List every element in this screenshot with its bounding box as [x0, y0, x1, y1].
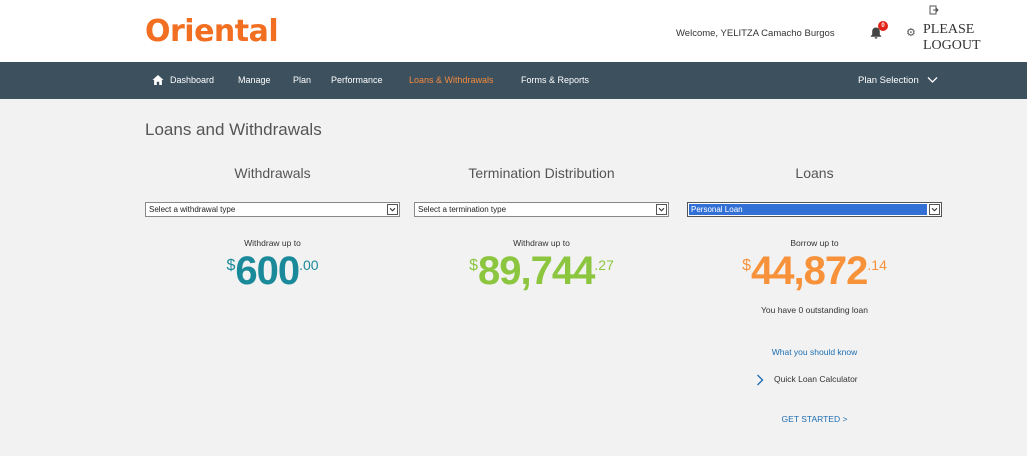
outstanding-loan-note: You have 0 outstanding loan [761, 305, 868, 315]
logout-icon[interactable] [929, 5, 939, 15]
main-content: Loans and Withdrawals Withdrawals Select… [0, 99, 1027, 456]
nav-item-performance[interactable]: Performance [331, 62, 383, 99]
termination-type-value: Select a termination type [418, 205, 507, 214]
main-nav: Dashboard Manage Plan Performance Loans … [0, 62, 1027, 99]
loans-panel: Loans Personal Loan Borrow up to $44,872… [687, 99, 942, 456]
withdrawal-type-value: Select a withdrawal type [149, 205, 236, 214]
nav-item-manage[interactable]: Manage [238, 62, 271, 99]
nav-item-loans-withdrawals[interactable]: Loans & Withdrawals [409, 62, 494, 99]
withdrawal-type-select[interactable]: Select a withdrawal type [145, 202, 400, 217]
amount-cents: .27 [594, 257, 614, 273]
amount-cents: .14 [867, 257, 887, 273]
header: Oriental Welcome, YELITZA Camacho Burgos… [0, 0, 1027, 62]
loans-heading: Loans [795, 165, 834, 181]
chevron-down-icon[interactable] [656, 204, 667, 215]
logout-link[interactable]: PLEASE LOGOUT [923, 22, 1009, 54]
chevron-down-icon[interactable] [927, 76, 938, 84]
quick-loan-calculator-link[interactable]: Quick Loan Calculator [774, 374, 858, 384]
withdrawals-amount: $600.00 [145, 249, 400, 294]
amount-whole: 44,872 [751, 249, 868, 293]
home-icon[interactable] [152, 74, 164, 86]
nav-item-plan[interactable]: Plan [293, 62, 311, 99]
logout-label: PLEASE LOGOUT [923, 22, 981, 53]
termination-amount-label: Withdraw up to [513, 238, 570, 248]
withdrawals-heading: Withdrawals [234, 165, 311, 181]
chevron-right-icon[interactable] [756, 374, 764, 386]
notification-badge: 0 [878, 21, 888, 31]
loan-type-select[interactable]: Personal Loan [687, 202, 942, 217]
get-started-link[interactable]: GET STARTED > [687, 414, 942, 424]
termination-amount: $89,744.27 [414, 249, 669, 294]
loans-amount-label: Borrow up to [790, 238, 839, 248]
loans-amount: $44,872.14 [687, 249, 942, 294]
what-you-should-know-link[interactable]: What you should know [687, 347, 942, 357]
termination-heading: Termination Distribution [468, 165, 615, 181]
withdrawals-amount-label: Withdraw up to [244, 238, 301, 248]
currency-symbol: $ [469, 257, 479, 274]
gear-icon[interactable]: ⚙ [906, 26, 916, 39]
amount-cents: .00 [299, 257, 319, 273]
termination-type-select[interactable]: Select a termination type [414, 202, 669, 217]
nav-item-dashboard[interactable]: Dashboard [170, 62, 214, 99]
withdrawals-panel: Withdrawals Select a withdrawal type Wit… [145, 99, 400, 456]
logo[interactable]: Oriental [145, 14, 279, 49]
termination-panel: Termination Distribution Select a termin… [414, 99, 669, 456]
currency-symbol: $ [226, 257, 236, 274]
amount-whole: 600 [235, 249, 300, 293]
welcome-text: Welcome, YELITZA Camacho Burgos [676, 28, 835, 39]
plan-selection-dropdown[interactable]: Plan Selection [858, 62, 919, 99]
chevron-down-icon[interactable] [929, 204, 940, 215]
nav-item-forms-reports[interactable]: Forms & Reports [521, 62, 589, 99]
amount-whole: 89,744 [478, 249, 595, 293]
loan-type-value: Personal Loan [689, 204, 927, 215]
chevron-down-icon[interactable] [387, 204, 398, 215]
currency-symbol: $ [742, 257, 752, 274]
